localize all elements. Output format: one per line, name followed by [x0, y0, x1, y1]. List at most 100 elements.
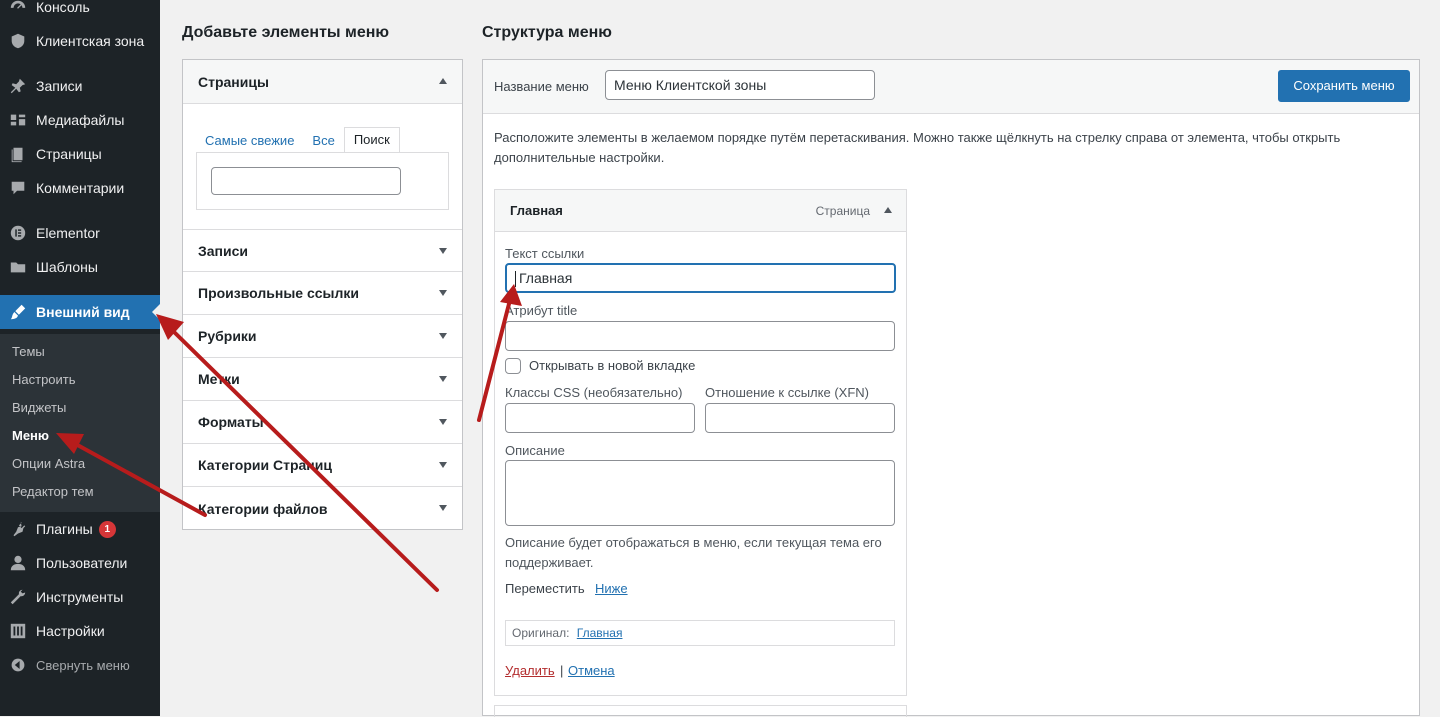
sidebar-item-settings[interactable]: Настройки [0, 614, 160, 648]
tab-all[interactable]: Все [303, 129, 343, 153]
delete-link[interactable]: Удалить [505, 663, 555, 678]
sidebar-item-label: Elementor [36, 225, 100, 241]
sidebar-item-label: Консоль [36, 0, 90, 15]
arrow-down-icon[interactable] [439, 248, 447, 254]
search-pages-input[interactable] [211, 167, 401, 195]
tab-search[interactable]: Поиск [343, 127, 400, 153]
menu-item-home: Главная Страница Текст ссылки Главная Ат… [494, 189, 907, 696]
shield-icon [0, 32, 36, 50]
section-label: Записи [198, 242, 249, 259]
submenu-item-customize[interactable]: Настроить [12, 372, 76, 387]
collapse-label: Свернуть меню [36, 657, 130, 673]
xfn-label: Отношение к ссылке (XFN) [705, 385, 869, 400]
submenu-item-menus[interactable]: Меню [12, 428, 49, 443]
collapse-menu-button[interactable]: Свернуть меню [0, 648, 160, 682]
arrow-down-icon[interactable] [439, 376, 447, 382]
wrench-icon [0, 588, 36, 606]
new-tab-label: Открывать в новой вкладке [529, 358, 696, 373]
new-tab-checkbox[interactable] [505, 358, 521, 374]
menu-name-input[interactable]: Меню Клиентской зоны [605, 70, 875, 100]
accordion-section-tags[interactable]: Метки [183, 358, 462, 401]
menu-item-title: Главная [510, 203, 563, 218]
instructions-text: Расположите элементы в желаемом порядке … [494, 130, 1341, 165]
pages-icon [0, 145, 36, 163]
arrow-down-icon[interactable] [439, 462, 447, 468]
sidebar-item-client-zone[interactable]: Клиентская зона [0, 24, 160, 58]
description-hint: Описание будет отображаться в меню, если… [505, 535, 882, 570]
next-menu-item[interactable] [494, 705, 907, 717]
submenu-item-themes[interactable]: Темы [12, 344, 45, 359]
save-menu-button[interactable]: Сохранить меню [1278, 70, 1410, 102]
accordion-section-categories[interactable]: Рубрики [183, 315, 462, 358]
sidebar-item-label: Клиентская зона [36, 33, 145, 49]
accordion-section-pages[interactable]: Страницы [183, 60, 462, 104]
link-text-value: Главная [519, 270, 573, 286]
sidebar-item-label: Внешний вид [36, 304, 130, 320]
sidebar-item-elementor[interactable]: Elementor [0, 216, 160, 250]
link-separator: | [560, 663, 564, 678]
sidebar-item-pages[interactable]: Страницы [0, 137, 160, 171]
accordion-section-posts[interactable]: Записи [183, 229, 462, 272]
accordion-section-file-categories[interactable]: Категории файлов [183, 487, 462, 530]
section-label: Произвольные ссылки [198, 285, 359, 301]
title-attr-label: Атрибут title [505, 303, 578, 318]
media-icon [0, 111, 36, 129]
link-text-input[interactable]: Главная [505, 263, 896, 293]
arrow-down-icon[interactable] [439, 419, 447, 425]
submenu-item-widgets[interactable]: Виджеты [12, 400, 66, 415]
css-classes-label: Классы CSS (необязательно) [505, 385, 683, 400]
sidebar-item-comments[interactable]: Комментарии [0, 171, 160, 205]
move-down-link[interactable]: Ниже [595, 581, 628, 596]
tab-most-recent[interactable]: Самые свежие [196, 129, 303, 153]
section-label: Страницы [198, 73, 269, 90]
submenu-item-astra-options[interactable]: Опции Astra [12, 456, 85, 471]
folder-icon [0, 258, 36, 276]
cancel-link[interactable]: Отмена [568, 663, 615, 678]
sidebar-item-tools[interactable]: Инструменты [0, 580, 160, 614]
active-caret [152, 304, 160, 320]
arrow-up-icon[interactable] [439, 78, 447, 84]
elementor-icon [0, 224, 36, 242]
text-cursor [515, 271, 516, 287]
pages-tabs: Самые свежие Все Поиск [196, 127, 400, 153]
menu-item-handle[interactable]: Главная Страница [495, 190, 906, 232]
menu-structure-panel: Название меню Меню Клиентской зоны Сохра… [482, 59, 1420, 717]
section-label: Метки [198, 371, 240, 387]
accordion-section-formats[interactable]: Форматы [183, 401, 462, 444]
sidebar-item-posts[interactable]: Записи [0, 69, 160, 103]
accordion-section-custom-links[interactable]: Произвольные ссылки [183, 272, 462, 315]
original-box: Оригинал: Главная [505, 620, 895, 646]
move-label: Переместить [505, 581, 585, 596]
xfn-input[interactable] [705, 403, 895, 433]
sidebar-item-label: Настройки [36, 623, 105, 639]
add-items-accordion: Страницы Самые свежие Все Поиск Записи П… [182, 59, 463, 530]
sidebar-item-label: Пользователи [36, 555, 128, 571]
title-attr-input[interactable] [505, 321, 895, 351]
sidebar-item-media[interactable]: Медиафайлы [0, 103, 160, 137]
settings-icon [0, 622, 36, 640]
sidebar-item-users[interactable]: Пользователи [0, 546, 160, 580]
arrow-down-icon[interactable] [439, 333, 447, 339]
sidebar-item-templates[interactable]: Шаблоны [0, 250, 160, 284]
update-count-badge: 1 [98, 520, 116, 538]
arrow-down-icon[interactable] [439, 290, 447, 296]
submenu-item-theme-editor[interactable]: Редактор тем [12, 484, 94, 499]
sidebar-item-plugins[interactable]: Плагины 1 [0, 512, 160, 546]
arrow-up-icon[interactable] [884, 207, 892, 213]
sidebar-item-label: Страницы [36, 146, 102, 162]
accordion-section-page-categories[interactable]: Категории Страниц [183, 444, 462, 487]
arrowhead-appearance [156, 314, 184, 340]
brush-icon [0, 303, 36, 321]
search-tab-panel [196, 152, 449, 210]
menu-name-label: Название меню [494, 79, 589, 94]
sidebar-item-dashboard[interactable]: Консоль [0, 0, 160, 24]
admin-sidebar: Консоль Клиентская зона Записи Медиафайл… [0, 0, 160, 716]
menu-item-type: Страница [815, 204, 870, 218]
description-textarea[interactable] [505, 460, 895, 526]
original-link[interactable]: Главная [577, 626, 623, 640]
section-label: Рубрики [198, 328, 257, 344]
arrow-down-icon[interactable] [439, 505, 447, 511]
css-classes-input[interactable] [505, 403, 695, 433]
sidebar-item-label: Шаблоны [36, 259, 98, 275]
sidebar-item-appearance[interactable]: Внешний вид [0, 295, 160, 329]
